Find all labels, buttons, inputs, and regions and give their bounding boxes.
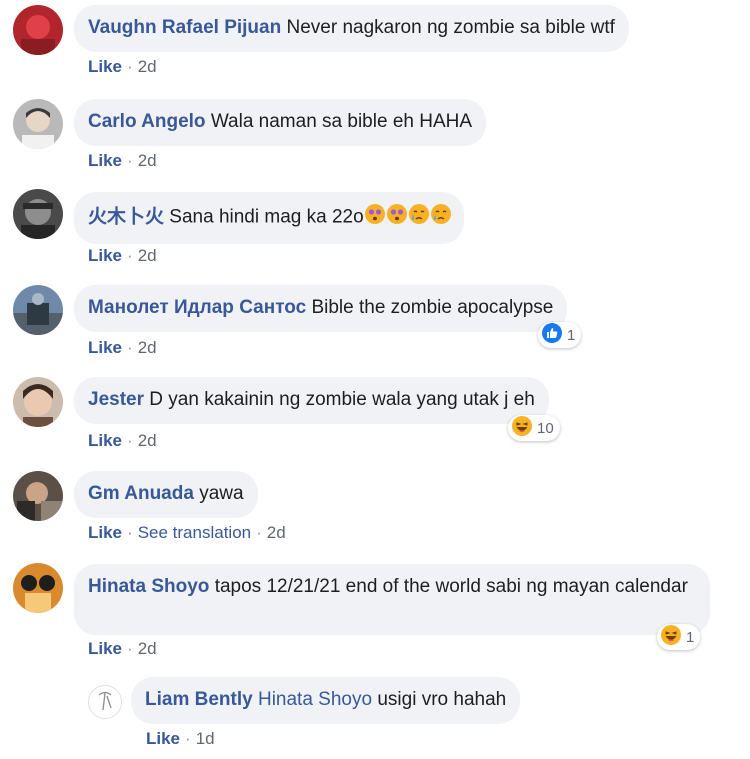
- comment-actions: Like · 2d: [88, 338, 157, 357]
- avatar[interactable]: [13, 189, 63, 239]
- avatar[interactable]: [13, 285, 63, 335]
- reply-timestamp[interactable]: 1d: [196, 729, 215, 748]
- reaction-count: 10: [537, 419, 554, 437]
- comment-text: Bible the zombie apocalypse: [311, 297, 554, 318]
- comment-author[interactable]: Манолет Идлар Сантос: [88, 297, 306, 318]
- comment-text: Wala naman sa bible eh HAHA: [210, 111, 473, 132]
- reaction-summary[interactable]: 1: [538, 322, 582, 348]
- avatar[interactable]: [13, 99, 63, 149]
- avatar[interactable]: [13, 377, 63, 427]
- reply-bubble: Liam Bently Hinata Shoyo usigi vro hahah: [131, 677, 521, 724]
- comment-actions: Like · See translation · 2d: [88, 523, 286, 542]
- like-button[interactable]: Like: [88, 639, 122, 658]
- like-button[interactable]: Like: [88, 338, 122, 357]
- comment-timestamp[interactable]: 2d: [138, 151, 157, 170]
- comment-bubble: Манолет Идлар Сантос Bible the zombie ap…: [74, 285, 568, 332]
- dizzy-face-emoji: [364, 203, 386, 232]
- comment-bubble: Carlo Angelo Wala naman sa bible eh HAHA: [74, 99, 487, 146]
- comment-actions: Like · 2d: [88, 151, 157, 170]
- haha-reaction-icon: [660, 624, 682, 650]
- avatar[interactable]: [13, 563, 63, 613]
- comment-author[interactable]: Vaughn Rafael Pijuan: [88, 17, 281, 38]
- comment-timestamp[interactable]: 2d: [138, 639, 157, 658]
- comment-timestamp[interactable]: 2d: [138, 57, 157, 76]
- reply-mention[interactable]: Hinata Shoyo: [258, 689, 372, 710]
- like-button[interactable]: Like: [88, 246, 122, 265]
- comment-actions: Like · 2d: [88, 639, 157, 658]
- comment-timestamp[interactable]: 2d: [138, 246, 157, 265]
- comment-text: yawa: [199, 483, 244, 504]
- avatar[interactable]: [88, 685, 122, 719]
- avatar[interactable]: [13, 5, 63, 55]
- comment-text: Sana hindi mag ka 22o: [169, 206, 364, 228]
- comment-author[interactable]: Hinata Shoyo: [88, 576, 209, 597]
- reply-author[interactable]: Liam Bently: [145, 689, 253, 710]
- comment-bubble: Hinata Shoyo tapos 12/21/21 end of the w…: [74, 564, 710, 635]
- reaction-count: 1: [686, 628, 695, 646]
- comment-text: tapos 12/21/21 end of the world sabi ng …: [214, 576, 688, 597]
- like-button[interactable]: Like: [88, 57, 122, 76]
- comment-timestamp[interactable]: 2d: [138, 338, 157, 357]
- like-button[interactable]: Like: [88, 523, 122, 542]
- comment-author[interactable]: 火木卜火: [88, 207, 164, 228]
- dizzy-face-emoji: [386, 203, 408, 232]
- comment-author[interactable]: Carlo Angelo: [88, 111, 206, 132]
- haha-reaction-icon: [511, 415, 533, 441]
- like-reaction-icon: [541, 322, 563, 348]
- comment-actions: Like · 2d: [88, 431, 157, 450]
- like-button[interactable]: Like: [146, 729, 180, 748]
- reaction-summary[interactable]: 1: [657, 624, 701, 650]
- crying-face-emoji: [430, 203, 452, 232]
- avatar[interactable]: [13, 471, 63, 521]
- comment-bubble: Vaughn Rafael Pijuan Never nagkaron ng z…: [74, 5, 629, 52]
- reply-text: usigi vro hahah: [377, 689, 507, 710]
- comment-timestamp[interactable]: 2d: [138, 431, 157, 450]
- like-button[interactable]: Like: [88, 431, 122, 450]
- comment-bubble: Jester D yan kakainin ng zombie wala yan…: [74, 377, 549, 424]
- reaction-count: 1: [567, 326, 576, 344]
- comment-text: Never nagkaron ng zombie sa bible wtf: [286, 17, 615, 38]
- comment-timestamp[interactable]: 2d: [267, 523, 286, 542]
- comment-bubble: Gm Anuada yawa: [74, 471, 258, 518]
- comment-author[interactable]: Jester: [88, 389, 144, 410]
- comment-bubble: 火木卜火 Sana hindi mag ka 22o: [74, 192, 464, 244]
- see-translation-link[interactable]: See translation: [138, 523, 251, 542]
- like-button[interactable]: Like: [88, 151, 122, 170]
- reaction-summary[interactable]: 10: [508, 415, 560, 441]
- comment-actions: Like · 2d: [88, 246, 157, 265]
- reply-actions: Like · 1d: [146, 729, 215, 748]
- comment-actions: Like · 2d: [88, 57, 157, 76]
- crying-face-emoji: [408, 203, 430, 232]
- comment-text: D yan kakainin ng zombie wala yang utak …: [149, 389, 535, 410]
- comment-author[interactable]: Gm Anuada: [88, 483, 194, 504]
